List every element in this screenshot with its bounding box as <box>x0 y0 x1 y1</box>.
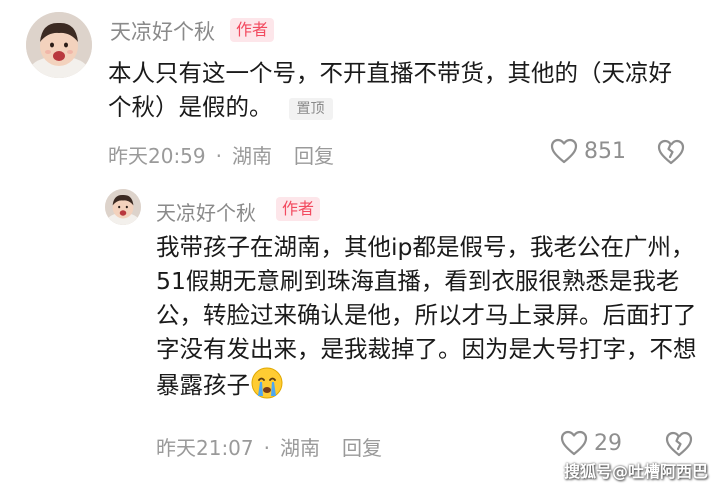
like-button[interactable]: 851 <box>550 138 626 164</box>
heart-outline-icon <box>550 138 578 164</box>
reply-time: 昨天21:07 <box>156 436 254 460</box>
reply-username[interactable]: 天凉好个秋 <box>156 197 256 226</box>
dislike-button[interactable] <box>656 138 686 166</box>
like-count: 851 <box>584 138 626 164</box>
reply-body: 我带孩子在湖南，其他ip都是假号，我老公在广州，51假期无意刷到珠海直播，看到衣… <box>156 233 697 399</box>
watermark: 搜狐号@吐槽阿西巴 <box>563 462 708 481</box>
comment-text: 本人只有这一个号，不开直播不带货，其他的（天凉好个秋）是假的。 置顶 <box>108 56 693 124</box>
meta-separator: · <box>263 436 270 460</box>
like-count: 29 <box>594 430 622 456</box>
reply-dislike-button[interactable] <box>664 430 694 458</box>
comment-time: 昨天20:59 <box>108 144 206 168</box>
reply-button[interactable]: 回复 <box>294 144 334 168</box>
comment-meta: 昨天20:59 · 湖南 回复 <box>108 140 334 169</box>
author-badge: 作者 <box>230 18 275 42</box>
comment-location: 湖南 <box>232 144 272 168</box>
reply-button[interactable]: 回复 <box>342 436 382 460</box>
comment-body: 本人只有这一个号，不开直播不带货，其他的（天凉好个秋）是假的。 <box>108 59 672 121</box>
broken-heart-icon <box>665 431 693 457</box>
pinned-badge: 置顶 <box>288 97 333 120</box>
crying-face-emoji <box>250 366 284 400</box>
comment-username[interactable]: 天凉好个秋 <box>110 16 215 46</box>
avatar[interactable] <box>26 12 92 78</box>
author-badge: 作者 <box>276 197 321 221</box>
reply-like-button[interactable]: 29 <box>560 430 622 456</box>
reply-location: 湖南 <box>280 436 320 460</box>
broken-heart-icon <box>657 139 685 165</box>
reply-text: 我带孩子在湖南，其他ip都是假号，我老公在广州，51假期无意刷到珠海直播，看到衣… <box>156 230 704 402</box>
reply-avatar[interactable] <box>105 189 141 225</box>
meta-separator: · <box>215 144 222 168</box>
heart-outline-icon <box>560 430 588 456</box>
reply-meta: 昨天21:07 · 湖南 回复 <box>156 432 382 461</box>
